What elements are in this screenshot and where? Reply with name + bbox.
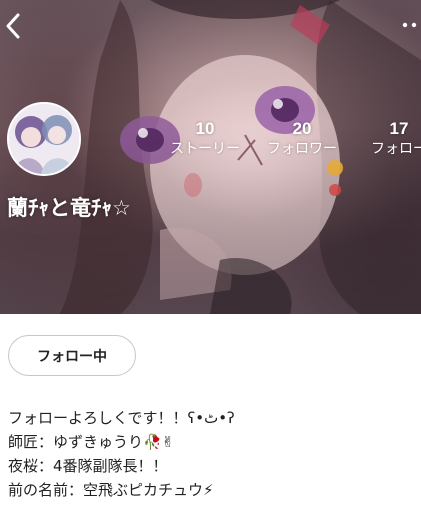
stat-following-count: 17: [389, 119, 409, 138]
more-dots-icon: [402, 22, 417, 28]
profile-username: 蘭ﾁｬと竜ﾁｬ☆: [7, 196, 131, 220]
stat-followers-label: フォロワー: [267, 141, 337, 157]
stat-followers-count: 20: [292, 119, 312, 138]
back-button[interactable]: [0, 8, 26, 44]
profile-bio: フォローよろしくです！！ʕ•ٹ•ʔ 師匠：ゆずきゅうり🥀✌ 夜桜：4番隊副隊長！…: [8, 406, 413, 502]
bio-line: 師匠：ゆずきゅうり🥀✌: [8, 433, 175, 451]
stat-following[interactable]: 17 フォロー: [354, 118, 421, 158]
stat-stories-count: 10: [195, 119, 215, 138]
stat-followers[interactable]: 20 フォロワー: [257, 118, 347, 158]
stat-stories[interactable]: 10 ストーリー: [160, 118, 250, 158]
bio-line: フォローよろしくです！！ʕ•ٹ•ʔ: [8, 409, 235, 427]
profile-avatar[interactable]: [7, 102, 81, 176]
bio-line: 夜桜：4番隊副隊長！！: [8, 457, 168, 475]
avatar-illustration: [9, 104, 79, 174]
following-button[interactable]: フォロー中: [8, 335, 136, 376]
more-options-button[interactable]: [399, 10, 421, 40]
chevron-left-icon: [6, 13, 20, 39]
stat-following-label: フォロー: [371, 141, 421, 157]
bio-line: 前の名前：空飛ぶピカチュウ⚡: [8, 481, 214, 499]
stat-stories-label: ストーリー: [170, 141, 240, 157]
